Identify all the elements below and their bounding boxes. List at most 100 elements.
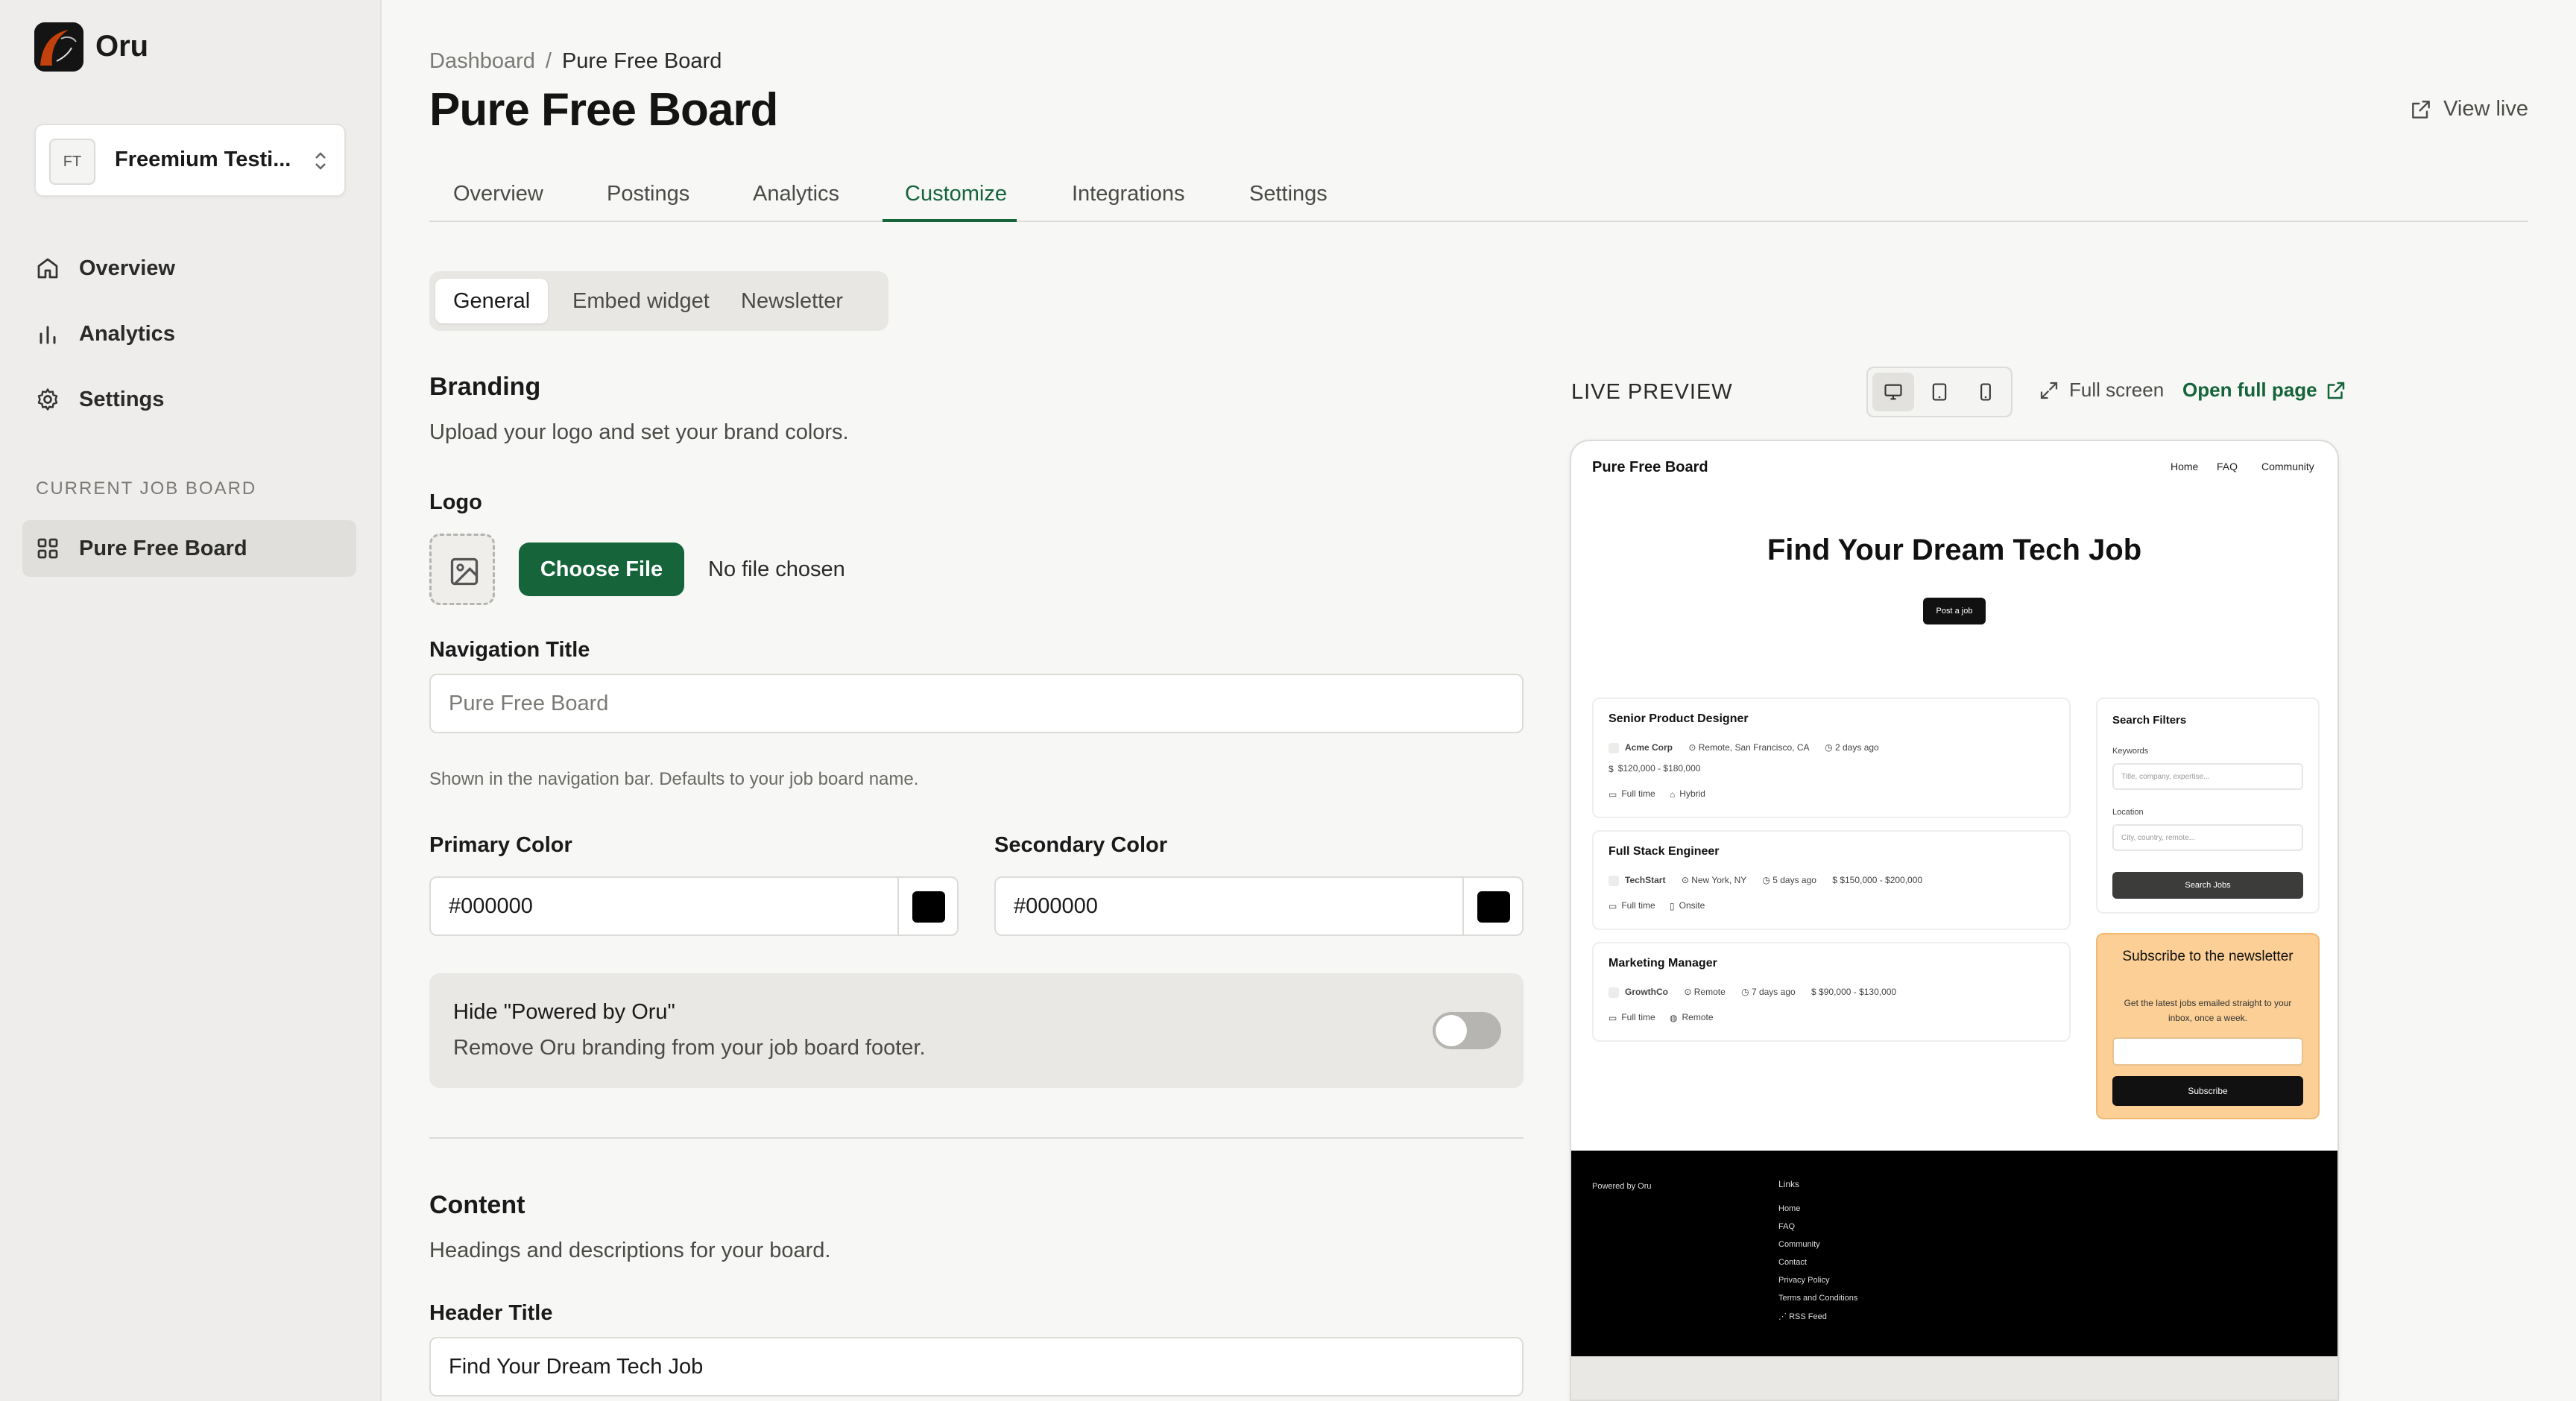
primary-color-input[interactable]: #000000: [429, 876, 959, 936]
sidebar-item-label: Analytics: [79, 321, 175, 346]
image-icon: [450, 557, 479, 586]
footer-link-faq[interactable]: FAQ: [1778, 1222, 1795, 1231]
sidebar-item-label: Overview: [79, 256, 175, 280]
job-card[interactable]: Full Stack Engineer TechStart ⊙ New York…: [1592, 830, 2071, 930]
footer-link-terms[interactable]: Terms and Conditions: [1778, 1294, 1857, 1303]
preview-hero-title: Find Your Dream Tech Job: [1767, 534, 2142, 566]
sidebar-item-analytics[interactable]: Analytics: [22, 306, 356, 362]
location-input[interactable]: City, country, remote...: [2112, 824, 2303, 851]
subtab-embed-widget[interactable]: Embed widget: [555, 279, 727, 323]
external-link-icon: [2327, 382, 2344, 399]
choose-file-button[interactable]: Choose File: [519, 543, 684, 596]
sidebar-item-current-board[interactable]: Pure Free Board: [22, 520, 356, 577]
nav-title-help: Shown in the navigation bar. Defaults to…: [429, 769, 919, 789]
live-preview-label: LIVE PREVIEW: [1571, 380, 1733, 404]
subtab-general[interactable]: General: [435, 279, 549, 323]
grid-icon: [37, 538, 58, 559]
view-live-link[interactable]: View live: [2409, 97, 2528, 121]
tab-integrations[interactable]: Integrations: [1072, 182, 1185, 206]
breadcrumb-root[interactable]: Dashboard: [429, 49, 535, 73]
job-title: Senior Product Designer: [1609, 712, 1749, 725]
preview-nav-faq[interactable]: FAQ: [2217, 461, 2238, 472]
workspace-name: Freemium Testi...: [115, 148, 291, 171]
secondary-color-input[interactable]: #000000: [994, 876, 1524, 936]
header-title-input[interactable]: Find Your Dream Tech Job: [429, 1337, 1524, 1397]
footer-link-contact[interactable]: Contact: [1778, 1258, 1807, 1267]
home-icon: ⌂: [1670, 788, 1676, 800]
view-live-label: View live: [2443, 97, 2528, 121]
nav-title-input[interactable]: Pure Free Board: [429, 674, 1524, 733]
company-logo-icon: [1609, 742, 1619, 753]
keywords-input[interactable]: Title, company, expertise...: [2112, 763, 2303, 790]
expand-icon: [2040, 382, 2058, 399]
job-title: Marketing Manager: [1609, 957, 1717, 970]
tab-overview[interactable]: Overview: [453, 182, 543, 206]
subscribe-button[interactable]: Subscribe: [2112, 1076, 2303, 1106]
content-description: Headings and descriptions for your board…: [429, 1239, 831, 1262]
active-tab-indicator: [883, 219, 1017, 222]
preview-bottom-area: [1571, 1356, 2337, 1400]
mobile-view-button[interactable]: [1965, 373, 2007, 411]
newsletter-card: Subscribe to the newsletter Get the late…: [2096, 933, 2320, 1119]
sidebar-item-overview[interactable]: Overview: [22, 240, 356, 297]
job-posted: 7 days ago: [1751, 987, 1796, 997]
keywords-label: Keywords: [2112, 747, 2149, 756]
sidebar-item-label: Settings: [79, 387, 165, 411]
preview-post-job-button[interactable]: Post a job: [1923, 598, 1986, 624]
briefcase-icon: ▭: [1609, 788, 1617, 800]
desktop-view-button[interactable]: [1872, 373, 1914, 411]
location-label: Location: [2112, 808, 2144, 817]
tablet-view-button[interactable]: [1919, 373, 1960, 411]
dollar-icon: $: [1832, 875, 1837, 885]
logo-placeholder: [429, 534, 495, 605]
bar-chart-icon: [40, 326, 56, 344]
external-link-icon: [2412, 100, 2430, 118]
file-status: No file chosen: [708, 557, 845, 581]
job-type: Full time: [1621, 900, 1655, 911]
newsletter-email-input[interactable]: [2112, 1037, 2303, 1066]
filters-title: Search Filters: [2112, 714, 2187, 727]
dollar-icon: $: [1609, 763, 1614, 774]
job-company: Acme Corp: [1625, 742, 1673, 753]
subtab-newsletter[interactable]: Newsletter: [723, 279, 861, 323]
pin-icon: ⊙: [1681, 875, 1689, 885]
preview-footer: Powered by Oru Links Home FAQ Community …: [1571, 1151, 2337, 1356]
full-screen-button[interactable]: Full screen: [2038, 379, 2164, 402]
footer-link-home[interactable]: Home: [1778, 1204, 1800, 1213]
job-card[interactable]: Marketing Manager GrowthCo ⊙ Remote ◷ 7 …: [1592, 942, 2071, 1042]
briefcase-icon: ▭: [1609, 1012, 1617, 1023]
page-title: Pure Free Board: [429, 84, 778, 136]
footer-link-community[interactable]: Community: [1778, 1240, 1820, 1249]
tab-settings[interactable]: Settings: [1249, 182, 1328, 206]
pin-icon: ⊙: [1684, 987, 1692, 997]
workspace-avatar: FT: [49, 139, 95, 185]
breadcrumb-current: Pure Free Board: [561, 49, 722, 73]
secondary-color-picker[interactable]: [1462, 878, 1522, 934]
nav-title-label: Navigation Title: [429, 638, 590, 662]
preview-nav-community[interactable]: Community: [2261, 461, 2314, 472]
footer-links-heading: Links: [1778, 1179, 1800, 1189]
briefcase-icon: ▭: [1609, 900, 1617, 911]
footer-link-rss[interactable]: ⋰ RSS Feed: [1778, 1312, 1827, 1321]
open-full-page-link[interactable]: Open full page: [2182, 379, 2347, 402]
tab-customize[interactable]: Customize: [905, 182, 1007, 206]
newsletter-title: Subscribe to the newsletter: [2122, 949, 2294, 964]
footer-link-privacy[interactable]: Privacy Policy: [1778, 1276, 1829, 1285]
search-jobs-button[interactable]: Search Jobs: [2112, 872, 2303, 899]
tab-postings[interactable]: Postings: [607, 182, 689, 206]
job-salary: $150,000 - $200,000: [1840, 875, 1923, 885]
job-salary: $120,000 - $180,000: [1617, 763, 1701, 774]
sidebar-item-settings[interactable]: Settings: [22, 371, 356, 428]
job-posted: 2 days ago: [1835, 742, 1879, 753]
primary-color-picker[interactable]: [897, 878, 957, 934]
home-icon: [37, 258, 58, 279]
preview-nav-home[interactable]: Home: [2171, 461, 2198, 472]
workspace-selector[interactable]: FT Freemium Testi...: [34, 124, 346, 197]
job-card[interactable]: Senior Product Designer Acme Corp ⊙ Remo…: [1592, 698, 2071, 818]
sidebar: Oru FT Freemium Testi... Overview Analyt…: [0, 0, 382, 1401]
hide-branding-toggle[interactable]: [1433, 1012, 1501, 1049]
job-meta: Acme Corp ⊙ Remote, San Francisco, CA ◷ …: [1609, 742, 1879, 753]
job-salary: $90,000 - $130,000: [1819, 987, 1897, 997]
preview-brand[interactable]: Pure Free Board: [1592, 459, 1708, 476]
tab-analytics[interactable]: Analytics: [753, 182, 839, 206]
